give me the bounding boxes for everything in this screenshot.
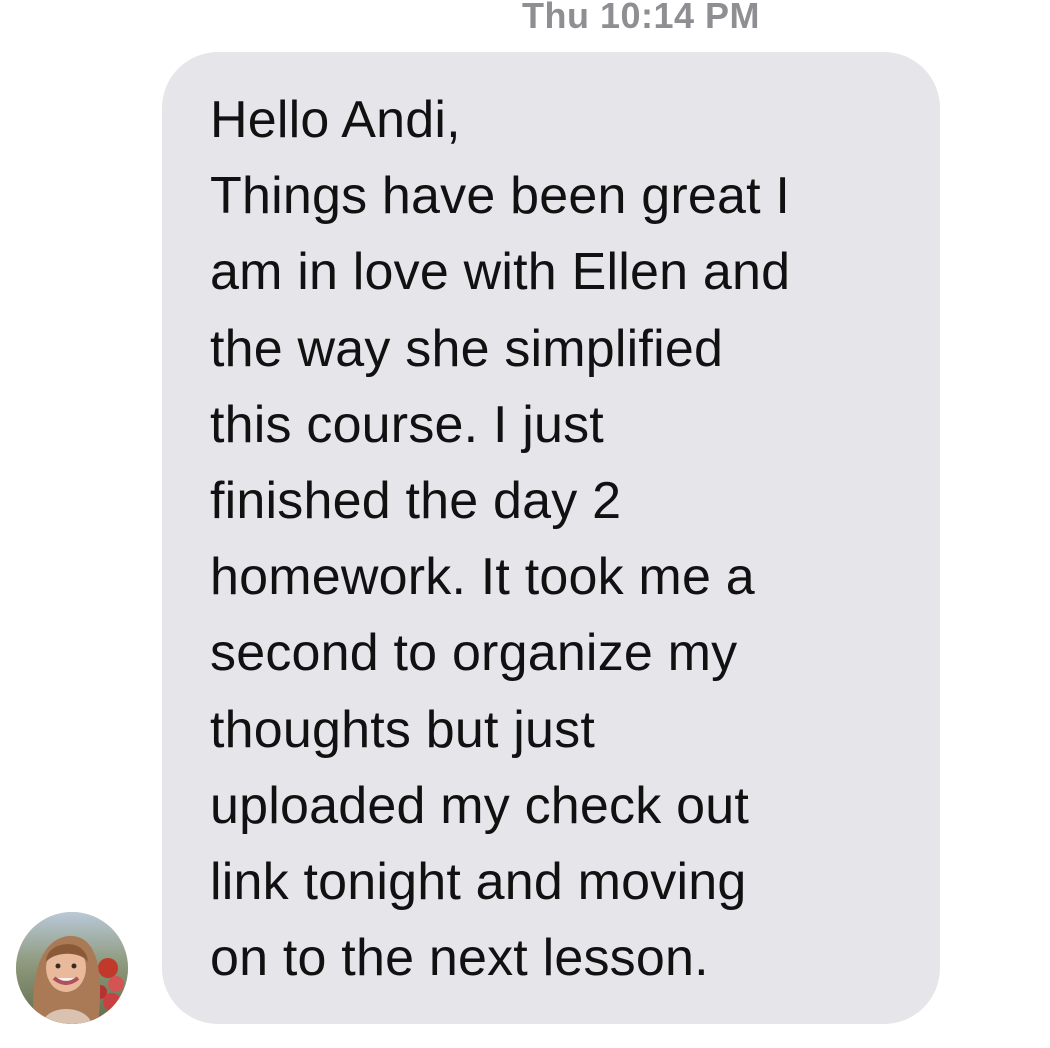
message-line: am in love with Ellen and (210, 243, 791, 302)
incoming-message-row: Hello Andi, Things have been great I am … (0, 0, 1050, 1048)
message-line: second to organize my (210, 624, 738, 683)
message-line: this course. I just (210, 395, 604, 454)
message-line: homework. It took me a (210, 548, 755, 607)
message-line: Things have been great I (210, 167, 791, 226)
message-line: thoughts but just (210, 700, 595, 759)
message-bubble[interactable]: Hello Andi, Things have been great I am … (162, 52, 940, 1024)
message-line: on to the next lesson. (210, 929, 709, 988)
profile-photo-icon (16, 912, 128, 1024)
sender-avatar[interactable] (16, 912, 128, 1024)
chat-screen: Thu 10:14 PM Hello Andi, Things have bee… (0, 0, 1050, 1048)
message-text: Hello Andi, Things have been great I am … (210, 82, 910, 996)
message-line: the way she simplified (210, 319, 724, 378)
message-line: Hello Andi, (210, 91, 461, 149)
message-line: link tonight and moving (210, 853, 747, 912)
message-line: uploaded my check out (210, 776, 749, 835)
message-line: finished the day 2 (210, 472, 622, 531)
